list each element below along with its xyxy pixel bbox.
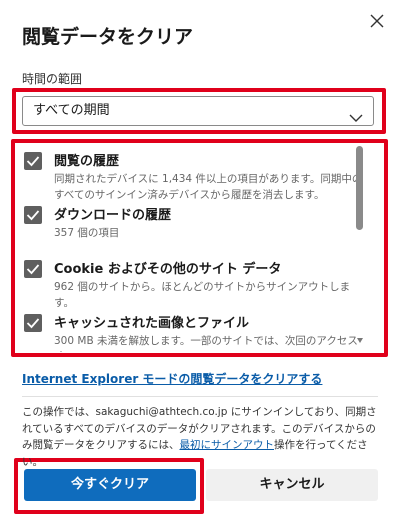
checkbox-cached-images[interactable] — [24, 314, 42, 332]
clear-browsing-data-dialog: 閲覧データをクリア 時間の範囲 すべての期間 閲覧の履歴 同期されたデバイスに … — [0, 0, 400, 527]
scrollbar-thumb[interactable] — [356, 146, 363, 230]
divider — [22, 396, 378, 397]
sync-info-text: この操作では、sakaguchi@athtech.co.jp にサインインしてお… — [22, 404, 382, 470]
ie-mode-clear-link[interactable]: Internet Explorer モードの閲覧データをクリアする — [22, 370, 322, 387]
item-title: 閲覧の履歴 — [54, 154, 120, 169]
checkbox-download-history[interactable] — [24, 206, 42, 224]
item-description: 962 個のサイトから。ほとんどのサイトからサインアウトします。 — [54, 281, 351, 309]
item-title: ダウンロードの履歴 — [54, 208, 172, 223]
data-type-list: 閲覧の履歴 同期されたデバイスに 1,434 件以上の項目があります。同期中のす… — [14, 142, 382, 352]
time-range-label: 時間の範囲 — [22, 72, 83, 86]
sign-out-first-link[interactable]: 最初にサインアウト — [180, 439, 275, 451]
cancel-button[interactable]: キャンセル — [206, 469, 378, 501]
item-description: 357 個の項目 — [54, 227, 120, 239]
item-description: 300 MB 未満を解放します。一部のサイトでは、次回のアクセス時 — [54, 335, 358, 352]
checkbox-browsing-history[interactable] — [24, 152, 42, 170]
dialog-title: 閲覧データをクリア — [22, 26, 194, 48]
checkbox-cookies[interactable] — [24, 260, 42, 278]
scroll-down-arrow-icon[interactable] — [357, 338, 363, 343]
item-description: 同期されたデバイスに 1,434 件以上の項目があります。同期中のすべてのサイン… — [54, 173, 363, 201]
item-title: Cookie およびその他のサイト データ — [54, 262, 282, 277]
close-icon[interactable] — [368, 12, 386, 30]
item-title: キャッシュされた画像とファイル — [54, 316, 250, 331]
highlight-box-time-range — [12, 88, 386, 134]
clear-now-button[interactable]: 今すぐクリア — [24, 469, 196, 501]
